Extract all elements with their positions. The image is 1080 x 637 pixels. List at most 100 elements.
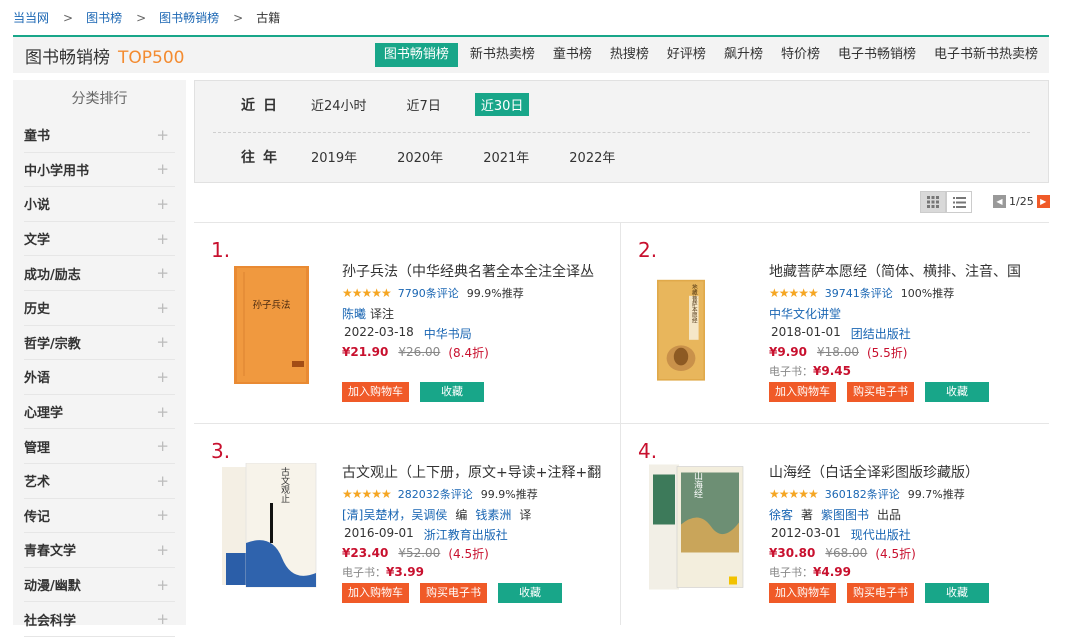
sidebar-item-social-science[interactable]: 社会科学 + <box>24 602 175 637</box>
publisher-link[interactable]: 浙江教育出版社 <box>424 526 508 542</box>
plus-icon[interactable]: + <box>156 403 169 421</box>
filter-2022[interactable]: 2022年 <box>563 145 621 168</box>
add-to-cart-button[interactable]: 加入购物车 <box>769 382 836 402</box>
add-to-cart-button[interactable]: 加入购物车 <box>769 583 836 603</box>
plus-icon[interactable]: + <box>156 333 169 351</box>
chevron-left-icon[interactable]: ◀ <box>993 195 1006 208</box>
sidebar-item-novel[interactable]: 小说 + <box>24 187 175 222</box>
cover-title: 古文观止 <box>279 466 290 503</box>
tab-special-price[interactable]: 特价榜 <box>772 43 829 67</box>
page-title: 图书畅销榜 TOP500 <box>25 43 184 68</box>
sidebar-item-success[interactable]: 成功/励志 + <box>24 256 175 291</box>
tab-ebook-new-hot[interactable]: 电子书新书热卖榜 <box>925 43 1047 67</box>
buy-ebook-button[interactable]: 购买电子书 <box>420 583 487 603</box>
product-title[interactable]: 地藏菩萨本愿经（简体、横排、注音、国 <box>769 262 1034 282</box>
plus-icon[interactable]: + <box>156 230 169 248</box>
breadcrumb-bestseller[interactable]: 图书畅销榜 <box>159 9 219 26</box>
original-price: ¥26.00 <box>398 345 441 359</box>
plus-icon[interactable]: + <box>156 506 169 524</box>
add-to-cart-button[interactable]: 加入购物车 <box>342 382 409 402</box>
product-info: 山海经（白话全译彩图版珍藏版） ★★★★★ 360182条评论 99.7%推荐 … <box>769 463 1034 580</box>
author2-link[interactable]: 紫图图书 <box>821 506 869 522</box>
filter-30d[interactable]: 近30日 <box>474 93 530 116</box>
chevron-right-icon[interactable]: ▶ <box>1036 195 1050 208</box>
tab-bestseller[interactable]: 图书畅销榜 <box>374 43 458 67</box>
tab-hot-search[interactable]: 热搜榜 <box>601 43 658 67</box>
chevron-right-icon: > <box>233 10 244 25</box>
sidebar-item-school[interactable]: 中小学用书 + <box>24 153 175 188</box>
product-title[interactable]: 古文观止（上下册，原文+导读+注释+翻 <box>342 463 607 483</box>
product-actions: 加入购物车 收藏 <box>342 382 484 402</box>
list-view-icon[interactable] <box>946 191 972 213</box>
book-cover[interactable]: 地藏菩萨本愿经 <box>657 264 717 390</box>
book-cover[interactable]: 孙子兵法 <box>234 266 309 384</box>
grid-view-icon[interactable] <box>920 191 946 213</box>
filter-2020[interactable]: 2020年 <box>391 145 449 168</box>
sidebar-item-label: 心理学 <box>24 406 64 422</box>
sidebar-item-history[interactable]: 历史 + <box>24 291 175 326</box>
review-count-link[interactable]: 360182条评论 <box>825 486 900 502</box>
buy-ebook-button[interactable]: 购买电子书 <box>847 583 914 603</box>
publish-date: 2016-09-01 <box>344 526 414 540</box>
buy-ebook-button[interactable]: 购买电子书 <box>847 382 914 402</box>
sidebar-item-literature[interactable]: 文学 + <box>24 222 175 257</box>
product-author: 徐客 著 紫图图书 出品 <box>769 506 1034 522</box>
sidebar-item-philosophy[interactable]: 哲学/宗教 + <box>24 326 175 361</box>
review-count-link[interactable]: 7790条评论 <box>398 285 459 301</box>
sidebar-item-comics[interactable]: 动漫/幽默 + <box>24 568 175 603</box>
plus-icon[interactable]: + <box>156 576 169 594</box>
tab-new-hot[interactable]: 新书热卖榜 <box>461 43 544 67</box>
sidebar-item-management[interactable]: 管理 + <box>24 429 175 464</box>
book-cover[interactable]: 山海经 <box>649 463 744 591</box>
review-count-link[interactable]: 39741条评论 <box>825 285 893 301</box>
product-rating: ★★★★★ 282032条评论 99.9%推荐 <box>342 486 607 502</box>
plus-icon[interactable]: + <box>156 299 169 317</box>
sidebar-item-art[interactable]: 艺术 + <box>24 464 175 499</box>
author2-link[interactable]: 钱素洲 <box>475 506 511 522</box>
tab-children[interactable]: 童书榜 <box>544 43 601 67</box>
sidebar-item-children[interactable]: 童书 + <box>24 118 175 153</box>
plus-icon[interactable]: + <box>156 541 169 559</box>
plus-icon[interactable]: + <box>156 437 169 455</box>
publisher-link[interactable]: 现代出版社 <box>851 526 911 542</box>
product-title[interactable]: 孙子兵法（中华经典名著全本全注全译丛 <box>342 262 607 282</box>
publisher-link[interactable]: 中华书局 <box>424 325 472 341</box>
favorite-button[interactable]: 收藏 <box>925 382 989 402</box>
filter-2019[interactable]: 2019年 <box>305 145 363 168</box>
author-link[interactable]: 徐客 <box>769 506 793 522</box>
filter-7d[interactable]: 近7日 <box>401 93 447 116</box>
plus-icon[interactable]: + <box>156 610 169 628</box>
author-link[interactable]: [清]吴楚材，吴调侯 <box>342 506 447 522</box>
plus-icon[interactable]: + <box>156 368 169 386</box>
current-price: ¥30.80 <box>769 546 816 560</box>
ebook-price-row: 电子书：¥4.99 <box>769 564 1034 580</box>
plus-icon[interactable]: + <box>156 126 169 144</box>
plus-icon[interactable]: + <box>156 160 169 178</box>
recommend-rate: 100%推荐 <box>900 287 955 300</box>
sidebar-item-psychology[interactable]: 心理学 + <box>24 395 175 430</box>
tab-ebook-bestseller[interactable]: 电子书畅销榜 <box>829 43 925 67</box>
plus-icon[interactable]: + <box>156 195 169 213</box>
filter-2021[interactable]: 2021年 <box>477 145 535 168</box>
product-publish: 2018-01-01 团结出版社 <box>769 325 1034 341</box>
book-cover[interactable]: 古文观止 <box>222 463 317 588</box>
plus-icon[interactable]: + <box>156 472 169 490</box>
add-to-cart-button[interactable]: 加入购物车 <box>342 583 409 603</box>
sidebar-item-youth[interactable]: 青春文学 + <box>24 533 175 568</box>
product-title[interactable]: 山海经（白话全译彩图版珍藏版） <box>769 463 1034 483</box>
favorite-button[interactable]: 收藏 <box>925 583 989 603</box>
author-link[interactable]: 中华文化讲堂 <box>769 305 841 321</box>
tab-rising[interactable]: 飙升榜 <box>715 43 772 67</box>
breadcrumb-home[interactable]: 当当网 <box>13 9 49 26</box>
filter-24h[interactable]: 近24小时 <box>305 93 373 116</box>
tab-top-rated[interactable]: 好评榜 <box>658 43 715 67</box>
favorite-button[interactable]: 收藏 <box>498 583 562 603</box>
plus-icon[interactable]: + <box>156 264 169 282</box>
favorite-button[interactable]: 收藏 <box>420 382 484 402</box>
author-link[interactable]: 陈曦 <box>342 305 366 321</box>
publisher-link[interactable]: 团结出版社 <box>851 325 911 341</box>
breadcrumb-book-rank[interactable]: 图书榜 <box>86 9 122 26</box>
sidebar-item-biography[interactable]: 传记 + <box>24 499 175 534</box>
sidebar-item-foreign-language[interactable]: 外语 + <box>24 360 175 395</box>
review-count-link[interactable]: 282032条评论 <box>398 486 473 502</box>
